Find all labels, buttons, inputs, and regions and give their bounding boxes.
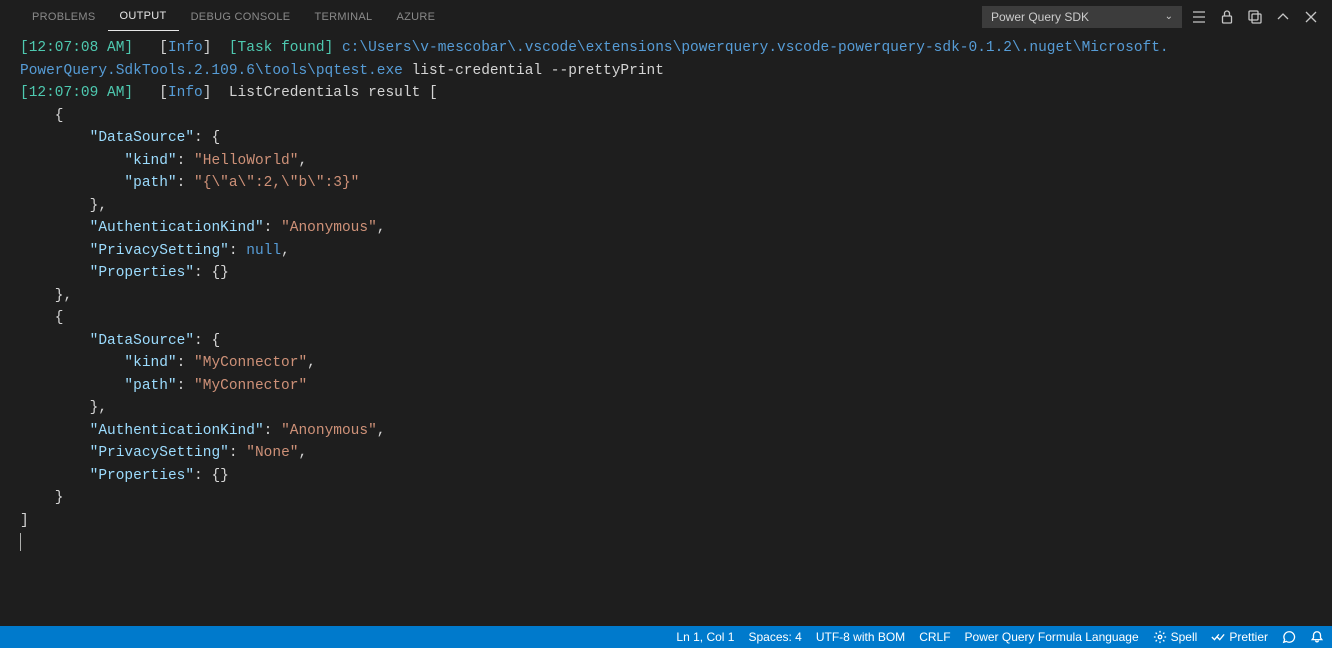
json-key: "DataSource" <box>90 130 194 146</box>
status-prettier-label: Prettier <box>1229 630 1268 644</box>
double-check-icon <box>1211 630 1225 644</box>
json-string: "{\"a\":2,\"b\":3}" <box>194 175 359 191</box>
tab-debug-console[interactable]: DEBUG CONSOLE <box>179 3 303 31</box>
list-icon[interactable] <box>1188 6 1210 28</box>
log-msg: ListCredentials result [ <box>229 85 438 101</box>
chevron-down-icon: ⌄ <box>1165 11 1173 22</box>
json-string: "Anonymous" <box>281 220 377 236</box>
json-string: "Anonymous" <box>281 423 377 439</box>
exe-path-cont: PowerQuery.SdkTools.2.109.6\tools\pqtest… <box>20 63 403 79</box>
status-spaces[interactable]: Spaces: 4 <box>748 630 801 644</box>
dropdown-label: Power Query SDK <box>991 10 1089 24</box>
status-spell-label: Spell <box>1171 630 1198 644</box>
status-bell[interactable] <box>1310 630 1324 644</box>
json-key: "PrivacySetting" <box>90 243 229 259</box>
status-feedback[interactable] <box>1282 630 1296 644</box>
status-prettier[interactable]: Prettier <box>1211 630 1268 644</box>
chevron-up-icon[interactable] <box>1272 6 1294 28</box>
json-string: "MyConnector" <box>194 355 307 371</box>
json-key: "Properties" <box>90 468 194 484</box>
output-channel-dropdown[interactable]: Power Query SDK ⌄ <box>982 6 1182 28</box>
tab-output[interactable]: OUTPUT <box>108 2 179 31</box>
json-string: "HelloWorld" <box>194 153 298 169</box>
close-icon[interactable] <box>1300 6 1322 28</box>
feedback-icon <box>1282 630 1296 644</box>
log-level: Info <box>168 40 203 56</box>
json-key: "AuthenticationKind" <box>90 423 264 439</box>
json-key: "kind" <box>124 355 176 371</box>
json-key: "kind" <box>124 153 176 169</box>
status-cursor-pos[interactable]: Ln 1, Col 1 <box>676 630 734 644</box>
clear-icon[interactable] <box>1244 6 1266 28</box>
json-key: "path" <box>124 378 176 394</box>
status-bar: Ln 1, Col 1 Spaces: 4 UTF-8 with BOM CRL… <box>0 626 1332 648</box>
json-key: "path" <box>124 175 176 191</box>
timestamp: [12:07:08 AM] <box>20 40 133 56</box>
exe-args: list-credential --prettyPrint <box>403 63 664 79</box>
status-language[interactable]: Power Query Formula Language <box>965 630 1139 644</box>
panel-toolbar: Power Query SDK ⌄ <box>982 6 1322 28</box>
json-key: "PrivacySetting" <box>90 445 229 461</box>
timestamp: [12:07:09 AM] <box>20 85 133 101</box>
output-panel[interactable]: [12:07:08 AM] [Info] [Task found] c:\Use… <box>0 33 1332 559</box>
lock-icon[interactable] <box>1216 6 1238 28</box>
json-string: "MyConnector" <box>194 378 307 394</box>
gear-icon <box>1153 630 1167 644</box>
bell-icon <box>1310 630 1324 644</box>
cursor-line <box>20 533 21 551</box>
status-encoding[interactable]: UTF-8 with BOM <box>816 630 905 644</box>
json-string: "None" <box>246 445 298 461</box>
tab-azure[interactable]: AZURE <box>384 3 447 31</box>
json-null: null <box>246 243 281 259</box>
tab-terminal[interactable]: TERMINAL <box>302 3 384 31</box>
task-tag: [Task found] <box>229 40 333 56</box>
exe-path: c:\Users\v-mescobar\.vscode\extensions\p… <box>342 40 1169 56</box>
status-eol[interactable]: CRLF <box>919 630 950 644</box>
tab-problems[interactable]: PROBLEMS <box>20 3 108 31</box>
json-key: "DataSource" <box>90 333 194 349</box>
log-level: Info <box>168 85 203 101</box>
panel-tabs: PROBLEMS OUTPUT DEBUG CONSOLE TERMINAL A… <box>0 0 1332 33</box>
json-key: "Properties" <box>90 265 194 281</box>
status-spell[interactable]: Spell <box>1153 630 1198 644</box>
json-key: "AuthenticationKind" <box>90 220 264 236</box>
